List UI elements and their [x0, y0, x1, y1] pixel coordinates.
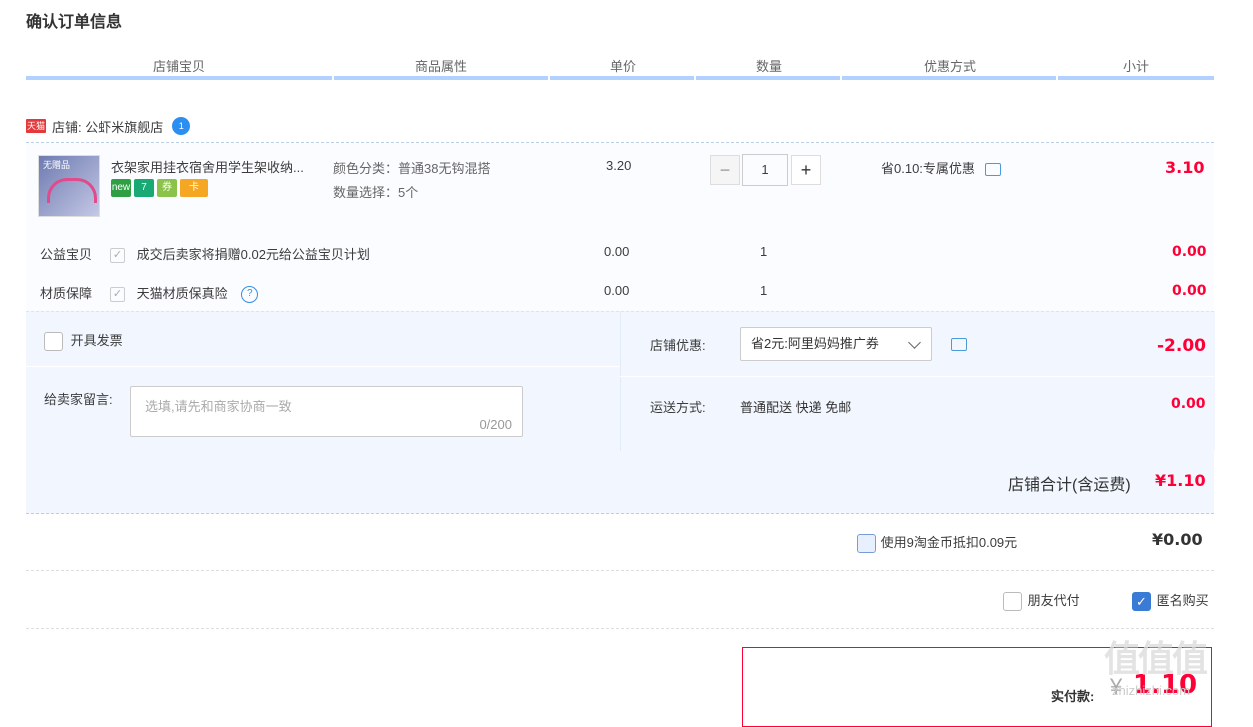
- column-header-quantity: 数量: [755, 59, 782, 74]
- coins-label: 使用9淘金币抵扣0.09元: [880, 535, 1018, 550]
- anonymous-option[interactable]: ✓ 匿名购买: [1132, 590, 1209, 612]
- column-header-subtotal: 小计: [1122, 59, 1149, 74]
- comment-icon[interactable]: [951, 338, 967, 351]
- item-discount-text: 省0.10:专属优惠: [881, 161, 975, 176]
- material-insurance-checkbox: ✓: [110, 287, 125, 303]
- service-price-charity: 0.00: [604, 244, 630, 259]
- shop-discount-select[interactable]: 省2元:阿里妈妈推广券: [740, 327, 932, 361]
- column-header-discount: 优惠方式: [923, 59, 976, 74]
- new-badge-icon: new: [111, 179, 131, 197]
- item-unit-price: 3.20: [606, 158, 632, 173]
- shop-discount-amount: -2.00: [1157, 336, 1206, 356]
- service-label-charity: 公益宝贝: [40, 247, 93, 262]
- message-label: 给卖家留言:: [44, 392, 113, 407]
- item-attr-color: 颜色分类：普通38无钩混搭: [333, 161, 491, 176]
- friend-pay-label: 朋友代付: [1027, 593, 1080, 608]
- hanger-icon: [47, 178, 97, 203]
- item-service-badges: new 7 券 卡: [111, 179, 208, 197]
- service-qty-material: 1: [760, 283, 768, 298]
- service-label-material: 材质保障: [40, 286, 93, 301]
- quantity-increase-button[interactable]: +: [791, 155, 821, 185]
- column-header-unit-price: 单价: [609, 59, 636, 74]
- coupon-badge-icon: 券: [157, 179, 177, 197]
- invoice-checkbox[interactable]: [44, 332, 63, 352]
- shop-discount-selected: 省2元:阿里妈妈推广券: [751, 336, 879, 351]
- coins-row: [26, 514, 1214, 571]
- shop-line: 天猫 店铺: 公虾米旗舰店 1: [26, 114, 191, 138]
- service-qty-charity: 1: [760, 244, 768, 259]
- header-bar: [26, 76, 1214, 80]
- friend-pay-checkbox[interactable]: [1003, 592, 1022, 612]
- item-discount: 省0.10:专属优惠: [881, 158, 1001, 177]
- service-row-material: ✓ 天猫材质保真险 ?: [110, 283, 259, 304]
- quantity-stepper: − 1 +: [710, 154, 821, 186]
- seven-day-return-icon: 7: [134, 179, 154, 197]
- service-desc-charity: 成交后卖家将捐赠0.02元给公益宝贝计划: [136, 247, 370, 262]
- item-thumbnail[interactable]: 无赠品: [38, 155, 100, 217]
- item-subtotal: 3.10: [1165, 158, 1205, 177]
- order-table-header: 店铺宝贝 商品属性 单价 数量 优惠方式 小计: [26, 56, 1214, 80]
- column-header-attributes: 商品属性: [414, 59, 467, 74]
- quantity-input[interactable]: 1: [742, 154, 788, 186]
- service-row-charity: ✓ 成交后卖家将捐赠0.02元给公益宝贝计划: [110, 244, 370, 264]
- message-char-count: 0/200: [479, 417, 512, 432]
- pay-label: 实付款:: [1051, 689, 1095, 704]
- service-subtotal-material: 0.00: [1172, 283, 1207, 299]
- invoice-label: 开具发票: [70, 333, 123, 348]
- shipping-amount: 0.00: [1171, 396, 1206, 412]
- seller-message-textarea[interactable]: 选填,请先和商家协商一致 0/200: [130, 386, 523, 437]
- service-price-material: 0.00: [604, 283, 630, 298]
- anonymous-label: 匿名购买: [1156, 593, 1209, 608]
- coins-checkbox[interactable]: [857, 534, 876, 554]
- shop-name[interactable]: 店铺: 公虾米旗舰店: [52, 117, 163, 136]
- anonymous-checkbox[interactable]: ✓: [1132, 592, 1151, 612]
- wangwang-chat-icon[interactable]: 1: [172, 117, 191, 135]
- invoice-option[interactable]: 开具发票: [44, 330, 123, 352]
- help-icon[interactable]: ?: [241, 286, 259, 304]
- coins-option[interactable]: 使用9淘金币抵扣0.09元: [857, 532, 1018, 554]
- tmall-logo-icon: 天猫: [26, 119, 46, 133]
- item-attr-quantity: 数量选择：5个: [333, 185, 419, 200]
- chevron-down-icon: [908, 336, 921, 349]
- card-badge-icon: 卡: [180, 179, 208, 197]
- friend-pay-option[interactable]: 朋友代付: [1003, 590, 1080, 612]
- coins-amount: ¥0.00: [1152, 530, 1203, 549]
- shop-discount-label: 店铺优惠:: [650, 338, 706, 353]
- service-subtotal-charity: 0.00: [1172, 244, 1207, 260]
- shipping-label: 运送方式:: [650, 400, 706, 415]
- thumbnail-caption: 无赠品: [43, 160, 71, 170]
- column-header-shop-item: 店铺宝贝: [152, 59, 205, 74]
- shop-total-label: 店铺合计(含运费): [1008, 477, 1131, 494]
- shop-total-amount: ¥1.10: [1155, 471, 1206, 490]
- watermark-logo: 值值值: [1104, 638, 1208, 679]
- charity-checkbox: ✓: [110, 248, 125, 264]
- quantity-decrease-button[interactable]: −: [710, 155, 740, 185]
- comment-icon[interactable]: [984, 163, 1001, 177]
- service-desc-material: 天猫材质保真险: [136, 286, 228, 301]
- message-placeholder: 选填,请先和商家协商一致: [145, 399, 292, 414]
- item-title-link[interactable]: 衣架家用挂衣宿舍用学生架收纳...: [111, 157, 327, 176]
- page-title: 确认订单信息: [26, 14, 123, 31]
- watermark-url: zhizhizhi.com: [1112, 683, 1191, 698]
- shipping-method: 普通配送 快递 免邮: [740, 400, 852, 415]
